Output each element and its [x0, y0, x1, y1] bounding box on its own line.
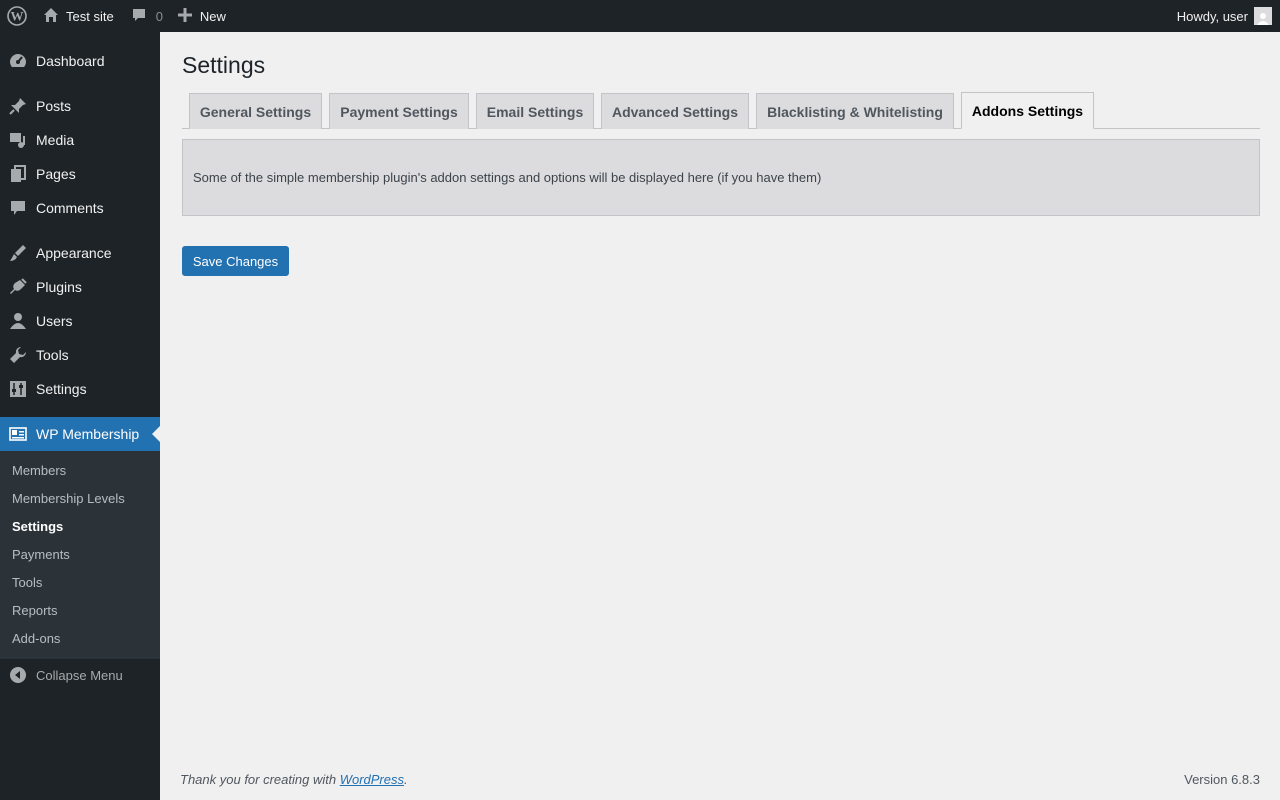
tab-general-settings[interactable]: General Settings — [189, 93, 322, 129]
my-account-link[interactable]: Howdy, user — [1177, 0, 1280, 32]
wrench-icon — [0, 346, 36, 364]
comment-icon — [131, 7, 156, 26]
tab-addons-settings[interactable]: Addons Settings — [961, 92, 1094, 129]
dashboard-icon — [0, 52, 36, 70]
avatar — [1254, 7, 1272, 25]
comments-count: 0 — [155, 8, 163, 24]
addons-info-text: Some of the simple membership plugin's a… — [193, 170, 822, 185]
tab-advanced-settings[interactable]: Advanced Settings — [601, 93, 749, 129]
media-icon — [0, 131, 36, 149]
menu-label: Appearance — [36, 245, 112, 261]
settings-icon — [0, 380, 36, 398]
menu-item-dashboard[interactable]: Dashboard — [0, 44, 160, 78]
menu-label: Comments — [36, 200, 104, 216]
menu-label: Settings — [36, 381, 87, 397]
menu-item-pages[interactable]: Pages — [0, 157, 160, 191]
brush-icon — [0, 244, 36, 262]
footer-thanks-prefix: Thank you for creating with — [180, 772, 340, 787]
menu-label: Users — [36, 313, 73, 329]
submenu-item-members[interactable]: Members — [12, 463, 66, 478]
menu-label: Plugins — [36, 279, 82, 295]
comments-link[interactable]: 0 — [122, 0, 171, 32]
collapse-menu-label: Collapse Menu — [36, 667, 123, 683]
new-content-link[interactable]: New — [171, 0, 234, 32]
site-name-label: Test site — [66, 8, 114, 24]
pages-icon — [0, 165, 36, 183]
menu-item-tools[interactable]: Tools — [0, 338, 160, 372]
wordpress-link[interactable]: WordPress — [340, 772, 404, 787]
menu-label: WP Membership — [36, 426, 140, 442]
menu-item-settings[interactable]: Settings — [0, 372, 160, 406]
home-icon — [43, 7, 66, 26]
menu-label: Posts — [36, 98, 72, 114]
howdy-label: Howdy, user — [1176, 8, 1248, 24]
menu-item-users[interactable]: Users — [0, 304, 160, 338]
wordpress-logo-icon[interactable]: W — [0, 0, 34, 32]
submenu-item-membership-levels[interactable]: Membership Levels — [12, 491, 125, 506]
menu-item-media[interactable]: Media — [0, 123, 160, 157]
id-card-icon — [0, 425, 36, 443]
footer-thanks: Thank you for creating with WordPress. — [180, 772, 408, 787]
collapse-menu-button[interactable]: Collapse Menu — [0, 661, 160, 689]
admin-bar: W Test site 0 New Howdy, user — [0, 0, 1280, 32]
submenu-item-tools[interactable]: Tools — [12, 575, 42, 590]
submenu-item-add-ons[interactable]: Add-ons — [12, 631, 60, 646]
plus-icon — [177, 7, 200, 25]
admin-sidebar: Dashboard Posts Media Pages Comments App… — [0, 32, 160, 800]
submenu-item-payments[interactable]: Payments — [12, 547, 70, 562]
site-name-link[interactable]: Test site — [34, 0, 122, 32]
tab-blacklisting-whitelisting[interactable]: Blacklisting & Whitelisting — [756, 93, 954, 129]
new-label: New — [199, 8, 226, 24]
page-title: Settings — [182, 52, 266, 78]
menu-item-appearance[interactable]: Appearance — [0, 236, 160, 270]
collapse-arrow-icon — [0, 666, 36, 684]
wp-membership-submenu: Members Membership Levels Settings Payme… — [0, 451, 160, 659]
plugin-icon — [0, 278, 36, 296]
menu-item-wp-membership[interactable]: WP Membership — [0, 417, 160, 451]
footer-version: Version 6.8.3 — [1184, 772, 1260, 787]
menu-item-posts[interactable]: Posts — [0, 89, 160, 123]
comment-icon — [0, 199, 36, 217]
submenu-item-reports[interactable]: Reports — [12, 603, 58, 618]
tab-payment-settings[interactable]: Payment Settings — [329, 93, 469, 129]
save-changes-button[interactable]: Save Changes — [182, 246, 289, 276]
active-indicator — [152, 426, 160, 442]
submenu-item-settings[interactable]: Settings — [12, 519, 63, 534]
svg-text:W: W — [11, 9, 24, 24]
menu-label: Dashboard — [36, 53, 105, 69]
menu-item-comments[interactable]: Comments — [0, 191, 160, 225]
footer-thanks-suffix: . — [404, 772, 408, 787]
tab-email-settings[interactable]: Email Settings — [476, 93, 594, 129]
menu-label: Pages — [36, 166, 76, 182]
menu-label: Media — [36, 132, 75, 148]
menu-item-plugins[interactable]: Plugins — [0, 270, 160, 304]
settings-tabs: General Settings Payment Settings Email … — [182, 92, 1260, 129]
user-icon — [0, 312, 36, 330]
menu-label: Tools — [36, 347, 69, 363]
pin-icon — [0, 97, 36, 115]
addons-info-box: Some of the simple membership plugin's a… — [182, 139, 1260, 216]
